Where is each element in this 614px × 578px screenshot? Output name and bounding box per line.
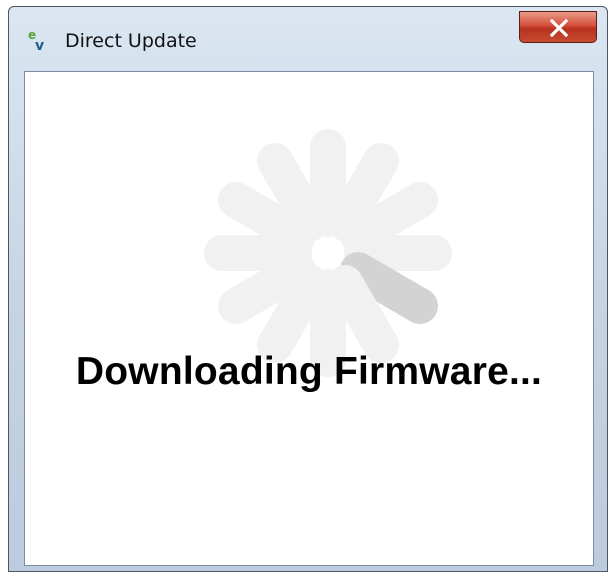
window-title: Direct Update (65, 30, 197, 52)
content-area: Downloading Firmware... (24, 71, 594, 566)
loading-spinner-icon (204, 129, 452, 377)
title-bar[interactable]: e v Direct Update (9, 7, 607, 71)
svg-text:v: v (35, 38, 44, 52)
status-message: Downloading Firmware... (75, 350, 543, 393)
close-button[interactable] (519, 11, 597, 43)
direct-update-window: e v Direct Update Downloading Firmware..… (8, 6, 608, 572)
ev-logo-icon: e v (27, 28, 49, 54)
